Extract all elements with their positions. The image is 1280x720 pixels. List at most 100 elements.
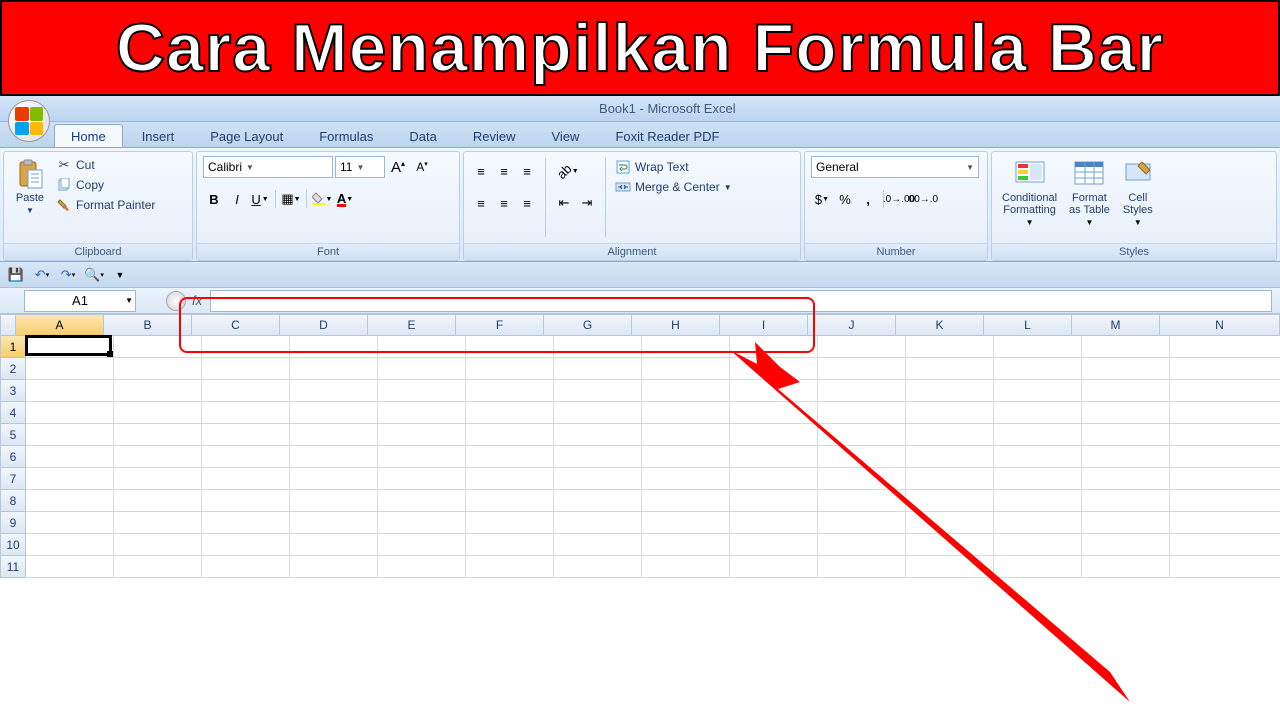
cell-K9[interactable] bbox=[906, 512, 994, 534]
cell-K1[interactable] bbox=[906, 336, 994, 358]
cell-C8[interactable] bbox=[202, 490, 290, 512]
cell-H7[interactable] bbox=[642, 468, 730, 490]
cell-K11[interactable] bbox=[906, 556, 994, 578]
cell-E5[interactable] bbox=[378, 424, 466, 446]
cell-M4[interactable] bbox=[1082, 402, 1170, 424]
tab-page-layout[interactable]: Page Layout bbox=[193, 124, 300, 147]
tab-insert[interactable]: Insert bbox=[125, 124, 192, 147]
row-header-2[interactable]: 2 bbox=[0, 358, 26, 380]
cell-D3[interactable] bbox=[290, 380, 378, 402]
cell-B6[interactable] bbox=[114, 446, 202, 468]
cell-C6[interactable] bbox=[202, 446, 290, 468]
cell-I2[interactable] bbox=[730, 358, 818, 380]
cell-K4[interactable] bbox=[906, 402, 994, 424]
cell-D11[interactable] bbox=[290, 556, 378, 578]
cell-K3[interactable] bbox=[906, 380, 994, 402]
undo-button[interactable]: ↶▾ bbox=[32, 265, 52, 285]
cell-A1[interactable] bbox=[26, 336, 114, 358]
format-as-table-button[interactable]: Format as Table▼ bbox=[1065, 156, 1114, 229]
cell-A11[interactable] bbox=[26, 556, 114, 578]
qat-customize-button[interactable]: ▼ bbox=[110, 265, 130, 285]
cell-H3[interactable] bbox=[642, 380, 730, 402]
column-header-K[interactable]: K bbox=[896, 314, 984, 336]
cell-E10[interactable] bbox=[378, 534, 466, 556]
cell-D5[interactable] bbox=[290, 424, 378, 446]
cell-E3[interactable] bbox=[378, 380, 466, 402]
align-right-button[interactable]: ≡ bbox=[516, 192, 538, 214]
cell-A2[interactable] bbox=[26, 358, 114, 380]
name-box[interactable]: A1▼ bbox=[24, 290, 136, 312]
cell-L9[interactable] bbox=[994, 512, 1082, 534]
cell-I5[interactable] bbox=[730, 424, 818, 446]
row-header-8[interactable]: 8 bbox=[0, 490, 26, 512]
cell-B9[interactable] bbox=[114, 512, 202, 534]
cell-B11[interactable] bbox=[114, 556, 202, 578]
merge-center-button[interactable]: Merge & Center ▼ bbox=[613, 178, 734, 196]
font-color-button[interactable]: A▼ bbox=[334, 188, 356, 210]
cell-H4[interactable] bbox=[642, 402, 730, 424]
cell-M7[interactable] bbox=[1082, 468, 1170, 490]
cell-G7[interactable] bbox=[554, 468, 642, 490]
align-top-button[interactable]: ≡ bbox=[470, 160, 492, 182]
cell-I7[interactable] bbox=[730, 468, 818, 490]
column-header-D[interactable]: D bbox=[280, 314, 368, 336]
align-middle-button[interactable]: ≡ bbox=[493, 160, 515, 182]
cell-J6[interactable] bbox=[818, 446, 906, 468]
cell-J3[interactable] bbox=[818, 380, 906, 402]
cell-F6[interactable] bbox=[466, 446, 554, 468]
tab-data[interactable]: Data bbox=[392, 124, 453, 147]
cell-M9[interactable] bbox=[1082, 512, 1170, 534]
cell-D9[interactable] bbox=[290, 512, 378, 534]
cell-F4[interactable] bbox=[466, 402, 554, 424]
office-button[interactable] bbox=[8, 100, 50, 142]
cell-M11[interactable] bbox=[1082, 556, 1170, 578]
cell-H5[interactable] bbox=[642, 424, 730, 446]
row-header-6[interactable]: 6 bbox=[0, 446, 26, 468]
save-button[interactable]: 💾 bbox=[6, 265, 26, 285]
cell-N5[interactable] bbox=[1170, 424, 1280, 446]
shrink-font-button[interactable]: A▾ bbox=[411, 156, 433, 178]
align-center-button[interactable]: ≡ bbox=[493, 192, 515, 214]
cell-J8[interactable] bbox=[818, 490, 906, 512]
cell-D8[interactable] bbox=[290, 490, 378, 512]
cell-N10[interactable] bbox=[1170, 534, 1280, 556]
cell-E8[interactable] bbox=[378, 490, 466, 512]
cell-D2[interactable] bbox=[290, 358, 378, 380]
cell-M1[interactable] bbox=[1082, 336, 1170, 358]
cell-M2[interactable] bbox=[1082, 358, 1170, 380]
column-header-F[interactable]: F bbox=[456, 314, 544, 336]
cell-L5[interactable] bbox=[994, 424, 1082, 446]
cell-H6[interactable] bbox=[642, 446, 730, 468]
grow-font-button[interactable]: A▴ bbox=[387, 156, 409, 178]
cell-C1[interactable] bbox=[202, 336, 290, 358]
cell-E11[interactable] bbox=[378, 556, 466, 578]
cell-J10[interactable] bbox=[818, 534, 906, 556]
cell-A5[interactable] bbox=[26, 424, 114, 446]
cell-A10[interactable] bbox=[26, 534, 114, 556]
cell-C11[interactable] bbox=[202, 556, 290, 578]
cell-D7[interactable] bbox=[290, 468, 378, 490]
redo-button[interactable]: ↷▾ bbox=[58, 265, 78, 285]
wrap-text-button[interactable]: Wrap Text bbox=[613, 158, 734, 176]
cell-M8[interactable] bbox=[1082, 490, 1170, 512]
accounting-button[interactable]: $▼ bbox=[811, 188, 833, 210]
cell-L1[interactable] bbox=[994, 336, 1082, 358]
cell-G2[interactable] bbox=[554, 358, 642, 380]
fill-color-button[interactable]: ▼ bbox=[311, 188, 333, 210]
cell-A8[interactable] bbox=[26, 490, 114, 512]
row-header-9[interactable]: 9 bbox=[0, 512, 26, 534]
percent-button[interactable]: % bbox=[834, 188, 856, 210]
paste-button[interactable]: Paste▼ bbox=[10, 156, 50, 219]
cell-J2[interactable] bbox=[818, 358, 906, 380]
cell-C3[interactable] bbox=[202, 380, 290, 402]
cell-L6[interactable] bbox=[994, 446, 1082, 468]
cell-C5[interactable] bbox=[202, 424, 290, 446]
cell-K5[interactable] bbox=[906, 424, 994, 446]
cell-K6[interactable] bbox=[906, 446, 994, 468]
bold-button[interactable]: B bbox=[203, 188, 225, 210]
align-left-button[interactable]: ≡ bbox=[470, 192, 492, 214]
column-header-N[interactable]: N bbox=[1160, 314, 1280, 336]
cell-N7[interactable] bbox=[1170, 468, 1280, 490]
cell-F3[interactable] bbox=[466, 380, 554, 402]
tab-foxit-reader-pdf[interactable]: Foxit Reader PDF bbox=[598, 124, 736, 147]
